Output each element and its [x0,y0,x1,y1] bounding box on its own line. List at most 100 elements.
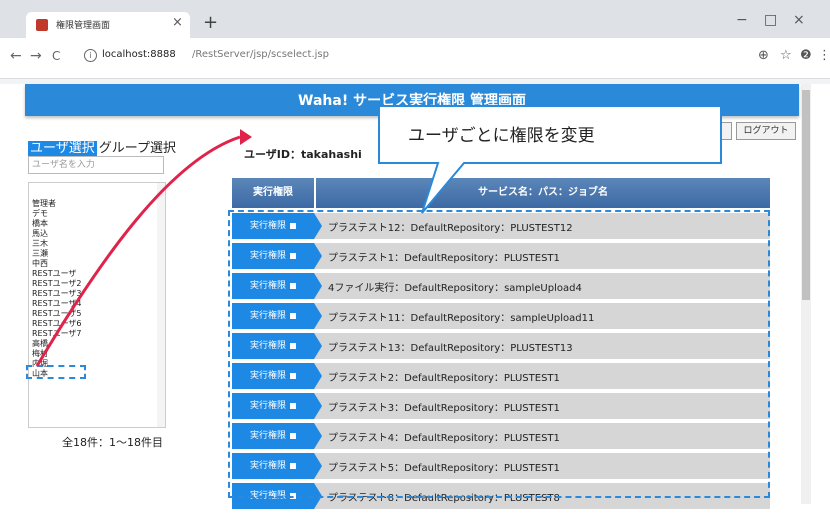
service-name: プラステスト4：DefaultRepository：PLUSTEST1 [328,433,560,444]
service-name: プラステスト1：DefaultRepository：PLUSTEST1 [328,253,560,264]
user-list-item[interactable]: RESTユーザ4 [29,299,165,309]
user-list-item[interactable]: RESTユーザ2 [29,279,165,289]
user-list-item[interactable]: 梅村 [29,349,165,359]
service-cell: プラステスト2：DefaultRepository：PLUSTEST1 [314,363,770,389]
browser-chrome: 権限管理画面 × + − □ × ← → C i localhost:8888 … [0,0,830,84]
reload-button[interactable]: C [52,49,60,63]
user-list-item[interactable]: RESTユーザ3 [29,289,165,299]
menu-icon[interactable]: ⋮ [818,48,830,63]
service-cell: プラステスト1：DefaultRepository：PLUSTEST1 [314,243,770,269]
table-row: 実行権限 プラステスト5：DefaultRepository：PLUSTEST1 [232,453,770,479]
permission-label: 実行権限 [249,341,286,351]
logout-button[interactable]: ログアウト [736,122,796,140]
permission-label: 実行権限 [249,401,286,411]
service-cell: プラステスト8：DefaultRepository：PLUSTEST8 [314,483,770,509]
user-search-input[interactable]: ユーザ名を入力 [28,156,164,174]
user-list-item[interactable]: RESTユーザ5 [29,309,165,319]
tab-title: 権限管理画面 [56,21,111,31]
checkbox-square-icon [290,222,296,229]
row-arrow-icon [314,243,322,269]
favicon-icon [36,19,48,31]
column-header-permission: 実行権限 [232,178,314,208]
checkbox-square-icon [290,342,296,349]
bookmark-star-icon[interactable]: ☆ [780,48,792,63]
user-list-item[interactable]: 管理者 [29,199,165,209]
checkbox-square-icon [290,432,296,439]
service-cell: 4ファイル実行：DefaultRepository：sampleUpload4 [314,273,770,299]
profile-icon[interactable]: ❷ [800,48,812,63]
user-list[interactable]: 管理者 デモ 橋本 馬込 三木 三瀬 中西 RESTユーザ RESTユーザ2 RESTユーザ3 RE… [28,182,166,428]
row-arrow-icon [314,363,322,389]
maximize-button[interactable]: □ [764,12,777,28]
tab-group-select[interactable]: グループ選択 [99,141,176,156]
service-cell: プラステスト3：DefaultRepository：PLUSTEST1 [314,393,770,419]
permission-toggle-button[interactable]: 実行権限 [232,483,314,509]
row-arrow-icon [314,333,322,359]
window-close-button[interactable]: × [793,12,805,28]
permission-label: 実行権限 [249,371,286,381]
permission-label: 実行権限 [249,431,286,441]
address-row: ← → C i localhost:8888 /RestServer/jsp/s… [0,38,830,79]
browser-tab[interactable]: 権限管理画面 × [26,12,190,38]
permission-label: 実行権限 [249,281,286,291]
service-cell: プラステスト5：DefaultRepository：PLUSTEST1 [314,453,770,479]
user-list-item[interactable]: 三木 [29,239,165,249]
service-name: プラステスト8：DefaultRepository：PLUSTEST8 [328,493,560,504]
info-icon[interactable]: i [84,49,97,62]
user-list-item[interactable]: RESTユーザ [29,269,165,279]
new-tab-button[interactable]: + [203,12,218,33]
user-list-item[interactable]: 高橋 [29,339,165,349]
highlight-user-frame [26,365,86,379]
zoom-icon[interactable]: ⊕ [758,48,769,63]
permission-toggle-button[interactable]: 実行権限 [232,393,314,419]
back-button[interactable]: ← [10,48,22,64]
checkbox-square-icon [290,282,296,289]
url-path: /RestServer/jsp/scselect.jsp [192,49,329,60]
permission-label: 実行権限 [249,221,286,231]
permission-toggle-button[interactable]: 実行権限 [232,243,314,269]
table-row: 実行権限 プラステスト4：DefaultRepository：PLUSTEST1 [232,423,770,449]
permission-toggle-button[interactable]: 実行権限 [232,333,314,359]
table-row: 実行権限 4ファイル実行：DefaultRepository：sampleUplo… [232,273,770,299]
tab-user-select[interactable]: ユーザ選択 [28,141,97,156]
permission-toggle-button[interactable]: 実行権限 [232,213,314,239]
user-list-item[interactable]: 中西 [29,259,165,269]
user-list-item[interactable]: デモ [29,209,165,219]
service-name: プラステスト3：DefaultRepository：PLUSTEST1 [328,403,560,414]
table-row: 実行権限 プラステスト3：DefaultRepository：PLUSTEST1 [232,393,770,419]
permission-toggle-button[interactable]: 実行権限 [232,273,314,299]
user-list-item[interactable]: RESTユーザ6 [29,319,165,329]
permission-toggle-button[interactable]: 実行権限 [232,363,314,389]
checkbox-square-icon [290,492,296,499]
row-arrow-icon [314,483,322,509]
user-list-item[interactable]: 馬込 [29,229,165,239]
tab-close-icon[interactable]: × [172,15,183,30]
page-scrollbar-thumb[interactable] [802,90,810,300]
minimize-button[interactable]: − [736,12,748,28]
callout-box: ユーザごとに権限を変更 [378,105,723,214]
user-list-item[interactable]: 橋本 [29,219,165,229]
row-arrow-icon [314,213,322,239]
row-arrow-icon [314,393,322,419]
user-list-item[interactable]: RESTユーザ7 [29,329,165,339]
tab-strip: 権限管理画面 × + − □ × [0,0,830,38]
permission-toggle-button[interactable]: 実行権限 [232,423,314,449]
table-row: 実行権限 プラステスト2：DefaultRepository：PLUSTEST1 [232,363,770,389]
user-count: 全18件：1～18件目 [62,436,163,449]
selection-tabs: ユーザ選択 グループ選択 [28,137,176,156]
forward-button[interactable]: → [30,48,42,64]
user-id-label: ユーザID：takahashi [244,148,362,161]
address-bar[interactable]: i localhost:8888 /RestServer/jsp/scselec… [84,46,724,68]
checkbox-square-icon [290,252,296,259]
permission-label: 実行権限 [249,491,286,501]
permission-toggle-button[interactable]: 実行権限 [232,453,314,479]
user-list-item[interactable]: 三瀬 [29,249,165,259]
checkbox-square-icon [290,462,296,469]
table-row: 実行権限 プラステスト13：DefaultRepository：PLUSTEST1… [232,333,770,359]
service-name: プラステスト5：DefaultRepository：PLUSTEST1 [328,463,560,474]
service-cell: プラステスト13：DefaultRepository：PLUSTEST13 [314,333,770,359]
user-list-scrollbar[interactable] [157,183,165,427]
permission-toggle-button[interactable]: 実行権限 [232,303,314,329]
table-row: 実行権限 プラステスト11：DefaultRepository：sampleUpl… [232,303,770,329]
row-arrow-icon [314,453,322,479]
